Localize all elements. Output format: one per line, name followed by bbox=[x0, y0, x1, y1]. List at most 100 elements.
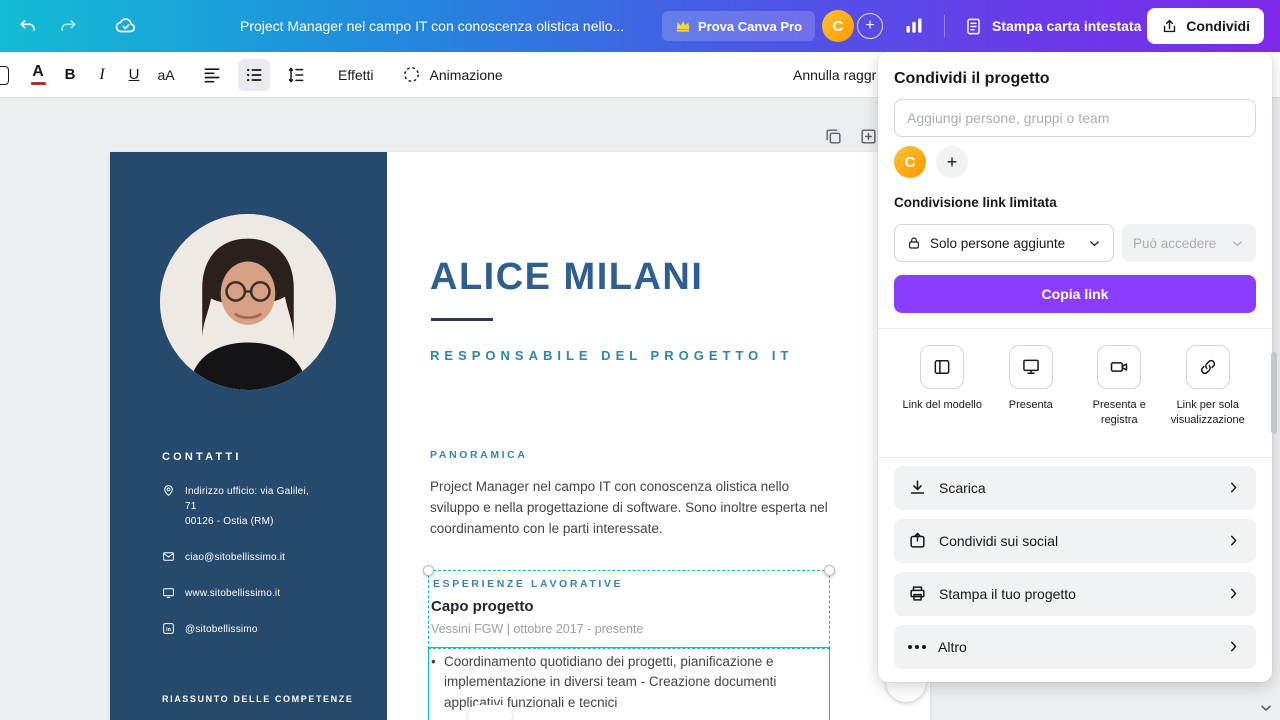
selection-handle-top-right[interactable] bbox=[824, 565, 835, 576]
access-dropdown[interactable]: Solo persone aggiunte bbox=[894, 224, 1114, 262]
contact-email[interactable]: ciao@sitobellissimo.it bbox=[162, 550, 285, 565]
menu-item-print[interactable]: Stampa il tuo progetto bbox=[894, 572, 1256, 616]
chevron-right-icon bbox=[1225, 532, 1242, 549]
user-avatar[interactable]: C bbox=[822, 10, 854, 42]
skills-heading[interactable]: RIASSUNTO DELLE COMPETENZE bbox=[162, 694, 353, 704]
menu-item-more[interactable]: Altro bbox=[894, 625, 1256, 669]
canvas-bottom-pill[interactable] bbox=[468, 705, 512, 720]
cloud-save-status-button[interactable] bbox=[110, 10, 142, 42]
document-title[interactable]: Project Manager nel campo IT con conosce… bbox=[240, 0, 624, 52]
quick-action-label: Presenta e registra bbox=[1075, 398, 1164, 428]
quick-action-label: Presenta bbox=[1009, 398, 1053, 413]
quick-actions-row: Link del modello Presenta Presenta e reg… bbox=[894, 345, 1256, 428]
ungroup-button[interactable]: Annulla raggr bbox=[793, 52, 876, 98]
undo-icon bbox=[18, 16, 38, 36]
panel-divider bbox=[878, 328, 1272, 329]
chevron-down-icon bbox=[1230, 236, 1245, 251]
profile-photo[interactable] bbox=[160, 214, 336, 390]
partial-toolbar-button[interactable] bbox=[0, 66, 9, 85]
panel-add-person-button[interactable]: + bbox=[936, 146, 968, 178]
envelope-icon bbox=[162, 550, 175, 563]
menu-item-label: Altro bbox=[938, 639, 967, 655]
download-icon bbox=[908, 478, 927, 497]
add-people-input[interactable] bbox=[894, 99, 1256, 137]
redo-button[interactable] bbox=[52, 10, 84, 42]
monitor-icon bbox=[162, 586, 175, 599]
print-letterhead-button[interactable]: Stampa carta intestata bbox=[954, 8, 1151, 44]
vertical-scrollbar-thumb[interactable] bbox=[1271, 352, 1277, 434]
add-page-button[interactable] bbox=[856, 124, 880, 148]
group-selection-box[interactable] bbox=[428, 570, 830, 649]
template-link-button[interactable] bbox=[920, 345, 964, 389]
template-link-icon bbox=[932, 357, 952, 377]
document-page[interactable]: CONTATTI Indirizzo ufficio: via Galilei,… bbox=[110, 152, 930, 720]
panel-divider bbox=[878, 457, 1272, 458]
add-member-button[interactable]: + bbox=[857, 13, 883, 39]
bold-button[interactable]: B bbox=[54, 59, 86, 91]
alignment-button[interactable] bbox=[196, 59, 228, 91]
topbar: Project Manager nel campo IT con conosce… bbox=[0, 0, 1280, 52]
resume-sidebar: CONTATTI Indirizzo ufficio: via Galilei,… bbox=[110, 152, 387, 720]
spacing-button[interactable] bbox=[280, 59, 312, 91]
contacts-heading[interactable]: CONTATTI bbox=[162, 451, 242, 463]
panel-user-avatar[interactable]: C bbox=[894, 146, 926, 178]
email-text: ciao@sitobellissimo.it bbox=[185, 550, 285, 565]
contact-address[interactable]: Indirizzo ufficio: via Galilei, 71 00126… bbox=[162, 484, 362, 529]
copy-link-button[interactable]: Copia link bbox=[894, 275, 1256, 313]
view-only-link-icon bbox=[1198, 357, 1218, 377]
access-dropdown-value: Solo persone aggiunte bbox=[930, 236, 1065, 251]
crown-icon bbox=[675, 18, 691, 34]
contact-linkedin[interactable]: in @sitobellissimo bbox=[162, 622, 258, 637]
video-camera-icon bbox=[1109, 357, 1129, 377]
share-panel: Condividi il progetto C + Condivisione l… bbox=[878, 52, 1272, 682]
quick-action-template-link: Link del modello bbox=[898, 345, 987, 428]
duplicate-page-button[interactable] bbox=[821, 124, 845, 148]
underline-button[interactable]: U bbox=[118, 59, 150, 91]
present-button[interactable] bbox=[1009, 345, 1053, 389]
bar-chart-icon bbox=[904, 16, 924, 36]
menu-item-download[interactable]: Scarica bbox=[894, 466, 1256, 510]
canva-pro-button[interactable]: Prova Canva Pro bbox=[662, 11, 815, 41]
add-page-icon bbox=[859, 127, 878, 146]
website-text: www.sitobellissimo.it bbox=[185, 586, 280, 601]
menu-item-social[interactable]: Condividi sui social bbox=[894, 519, 1256, 563]
quick-action-view-only: Link per sola visualizzazione bbox=[1164, 345, 1253, 428]
location-pin-icon bbox=[162, 484, 175, 497]
contact-website[interactable]: www.sitobellissimo.it bbox=[162, 586, 280, 601]
resume-role[interactable]: RESPONSABILE DEL PROGETTO IT bbox=[430, 348, 793, 363]
text-case-button[interactable]: aA bbox=[150, 59, 182, 91]
linkedin-text: @sitobellissimo bbox=[185, 622, 258, 637]
italic-button[interactable]: I bbox=[86, 59, 118, 91]
overview-paragraph[interactable]: Project Manager nel campo IT con conosce… bbox=[430, 476, 832, 539]
scroll-down-button[interactable] bbox=[1258, 700, 1274, 716]
undo-button[interactable] bbox=[12, 10, 44, 42]
menu-item-label: Scarica bbox=[939, 480, 986, 496]
overview-heading[interactable]: PANORAMICA bbox=[430, 449, 528, 461]
link-sharing-label: Condivisione link limitata bbox=[894, 195, 1256, 210]
chevron-right-icon bbox=[1225, 479, 1242, 496]
menu-item-label: Condividi sui social bbox=[939, 533, 1058, 549]
portrait-image bbox=[160, 214, 336, 390]
align-left-icon bbox=[202, 65, 222, 85]
share-menu: Scarica Condividi sui social Stampa il t… bbox=[894, 466, 1256, 669]
effects-button[interactable]: Effetti bbox=[338, 67, 374, 83]
bullet-list-icon bbox=[244, 65, 264, 85]
color-swatch bbox=[31, 82, 46, 86]
quick-action-label: Link del modello bbox=[903, 398, 983, 413]
insights-button[interactable] bbox=[898, 10, 930, 42]
present-and-record-button[interactable] bbox=[1097, 345, 1141, 389]
shared-people-row: C + bbox=[894, 146, 1256, 178]
cloud-check-icon bbox=[115, 15, 137, 37]
view-only-link-button[interactable] bbox=[1186, 345, 1230, 389]
share-icon bbox=[1161, 18, 1178, 35]
quick-action-present: Presenta bbox=[987, 345, 1076, 428]
resume-name[interactable]: ALICE MILANI bbox=[430, 256, 703, 299]
redo-icon bbox=[58, 16, 78, 36]
text-color-button[interactable]: A bbox=[22, 59, 54, 91]
animation-circle-icon bbox=[402, 65, 421, 84]
selection-handle-top-left[interactable] bbox=[423, 565, 434, 576]
permission-dropdown[interactable]: Può accedere bbox=[1122, 224, 1256, 262]
share-button[interactable]: Condividi bbox=[1147, 8, 1264, 44]
list-button[interactable] bbox=[238, 59, 270, 91]
animation-button[interactable]: Animazione bbox=[402, 65, 503, 84]
